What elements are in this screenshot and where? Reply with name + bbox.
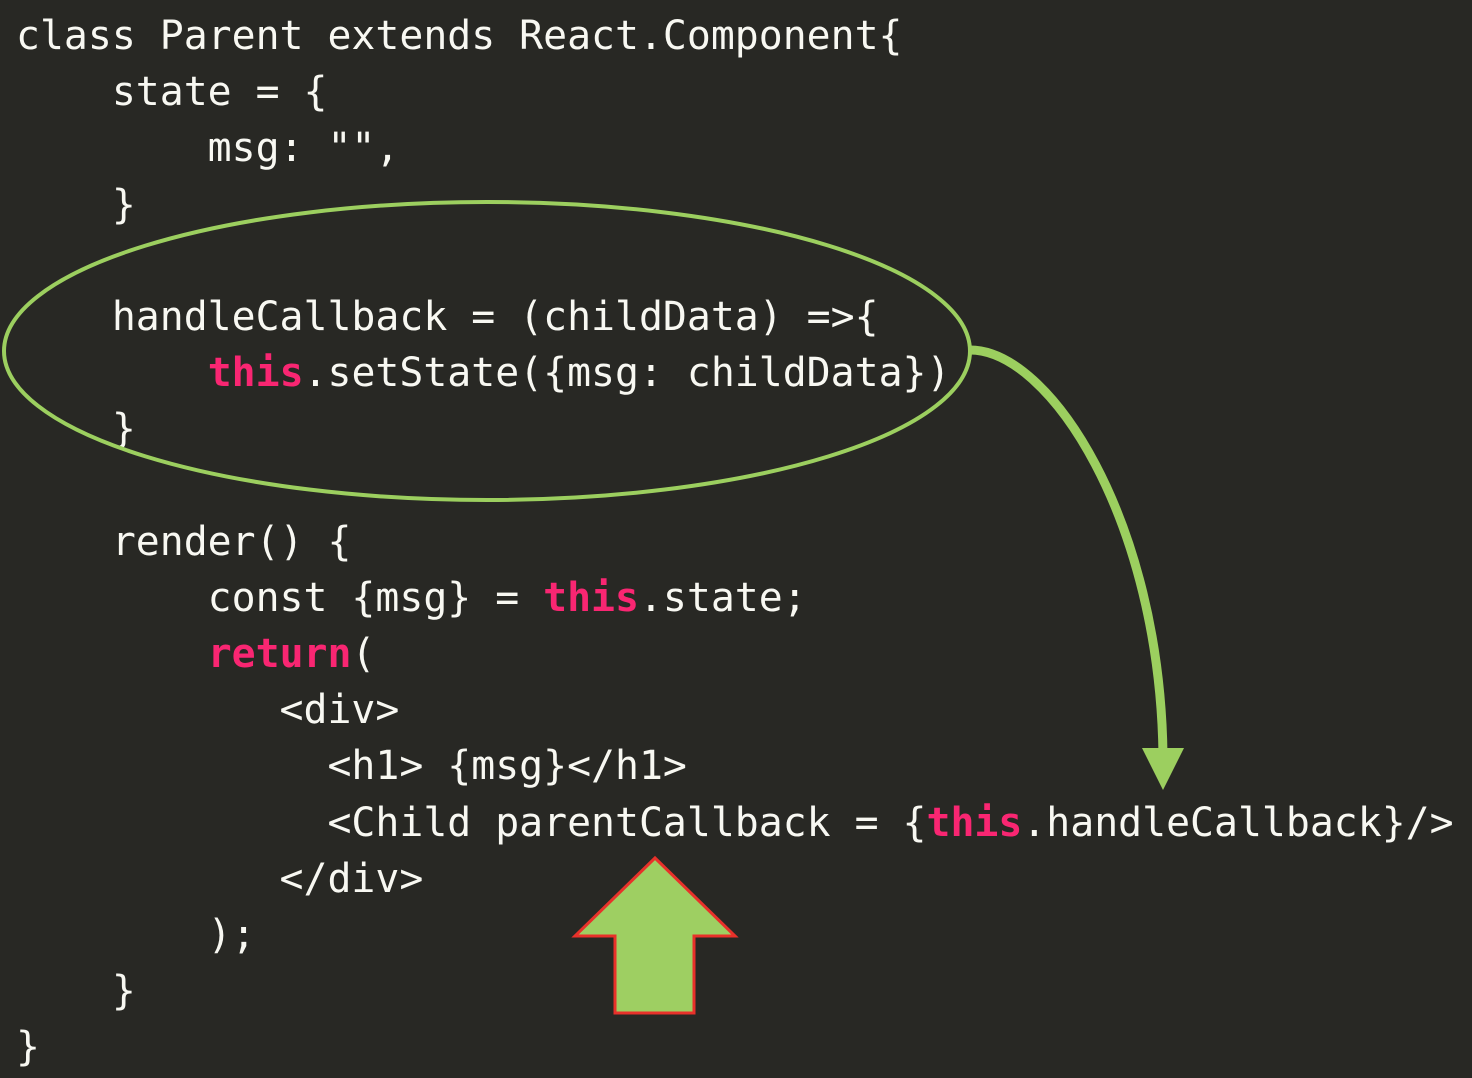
curved-arrow-shaft bbox=[969, 345, 1168, 756]
up-arrow bbox=[571, 855, 739, 1015]
highlight-ellipse bbox=[2, 200, 972, 502]
annotation-layer bbox=[2, 200, 1184, 1015]
curved-arrow-head bbox=[1142, 748, 1184, 790]
